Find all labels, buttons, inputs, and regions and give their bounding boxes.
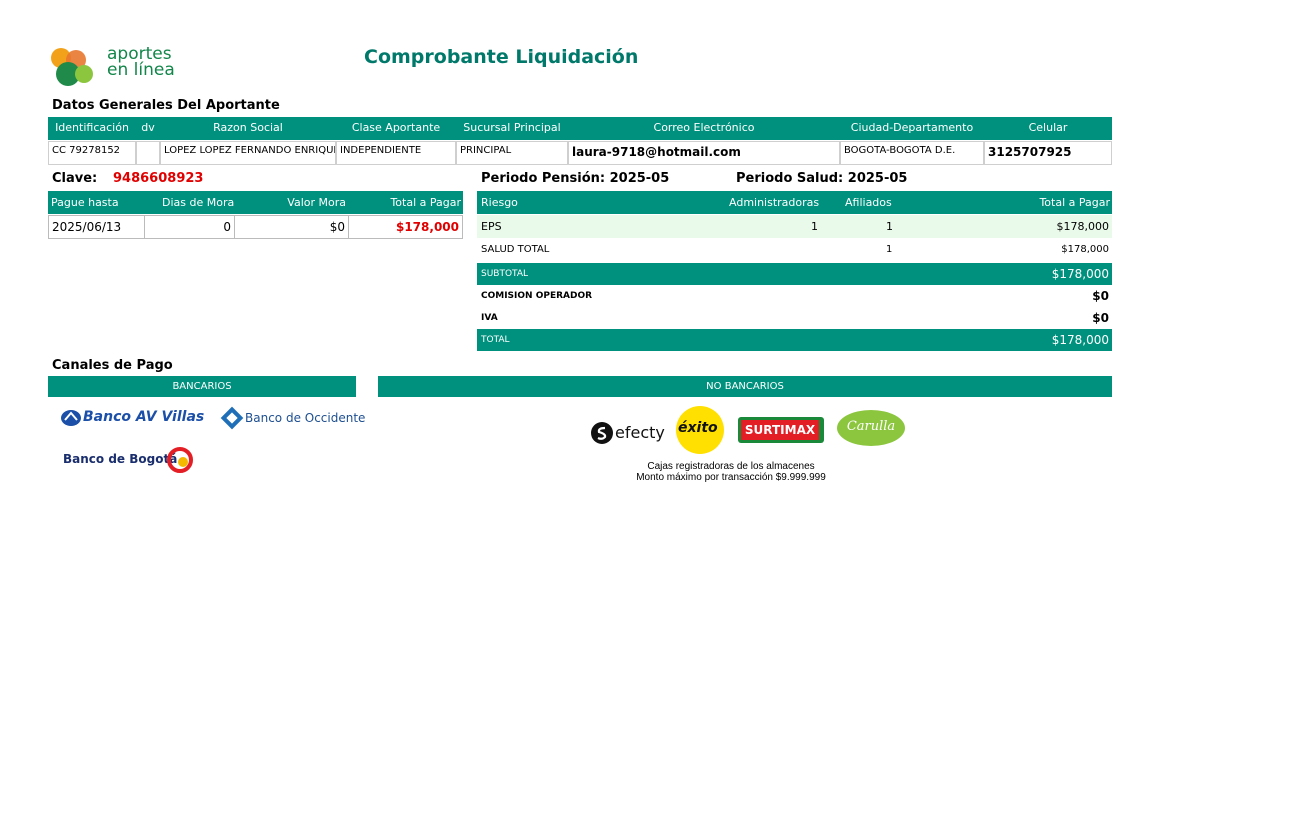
hdr-clase-aportante: Clase Aportante (351, 121, 441, 134)
payment-table: 2025/06/13 0 $0 $178,000 (48, 215, 463, 239)
hdr-valor-mora: Valor Mora (287, 196, 346, 209)
table-row: SALUD TOTAL 1 $178,000 (477, 238, 1112, 261)
canales-note-1: Cajas registradoras de los almacenes (647, 461, 815, 472)
total-row: TOTAL $178,000 (477, 329, 1112, 351)
store-surtimax: SURTIMAX (738, 417, 824, 443)
risk-riesgo: EPS (481, 220, 502, 233)
canales-note-2: Monto máximo por transacción $9.999.999 (636, 472, 826, 483)
hdr-dias-mora: Dias de Mora (162, 196, 235, 209)
clave-label: Clave: (52, 171, 98, 186)
val-dv (136, 141, 160, 165)
val-valor-mora: $0 (234, 215, 349, 239)
logo-line2: en línea (107, 60, 175, 80)
total-value: $178,000 (1051, 333, 1109, 347)
hdr-dv: dv (141, 121, 155, 134)
iva-row: IVA $0 (477, 307, 1112, 329)
subtotal-row: SUBTOTAL $178,000 (477, 263, 1112, 285)
val-razon-social: LOPEZ LOPEZ FERNANDO ENRIQUE (160, 141, 336, 165)
efecty-label: efecty (615, 423, 665, 442)
page-title: Comprobante Liquidación (364, 46, 639, 68)
risk-afiliados: 1 (886, 244, 893, 255)
hdr-ciudad: Ciudad-Departamento (850, 121, 974, 134)
risk-afiliados: 1 (886, 220, 893, 233)
val-ciudad: BOGOTA-BOGOTA D.E. (840, 141, 984, 165)
clave-value: 9486608923 (113, 171, 204, 186)
iva-label: IVA (481, 313, 498, 323)
general-values-row: CC 79278152 LOPEZ LOPEZ FERNANDO ENRIQUE… (48, 141, 1112, 165)
bank-bogota-label: Banco de Bogotá (63, 452, 178, 466)
risk-total: $178,000 (1061, 244, 1109, 255)
hdr-afiliados: Afiliados (845, 196, 892, 209)
val-celular: 3125707925 (984, 141, 1112, 165)
hdr-riesgo: Riesgo (481, 196, 518, 209)
subtotal-value: $178,000 (1051, 267, 1109, 281)
comision-label: COMISION OPERADOR (481, 291, 593, 301)
av-villas-icon (61, 410, 81, 426)
hdr-administradoras: Administradoras (729, 196, 820, 209)
risk-admin: 1 (811, 220, 818, 233)
hdr-pague-hasta: Pague hasta (51, 196, 119, 209)
hdr-sucursal: Sucursal Principal (463, 121, 561, 134)
hdr-total-pagar: Total a Pagar (390, 196, 461, 209)
periodo-salud: Periodo Salud: 2025-05 (736, 171, 908, 186)
hdr-risk-total: Total a Pagar (1039, 196, 1110, 209)
val-identificacion: CC 79278152 (48, 141, 136, 165)
payment-header-row: Pague hasta Dias de Mora Valor Mora Tota… (48, 191, 463, 214)
val-clase-aportante: INDEPENDIENTE (336, 141, 456, 165)
canales-heading: Canales de Pago (52, 358, 173, 373)
val-correo: laura-9718@hotmail.com (568, 141, 840, 165)
risk-total: $178,000 (1056, 220, 1110, 233)
risk-header-row: Riesgo Administradoras Afiliados Total a… (477, 191, 1112, 214)
occidente-icon (220, 406, 244, 430)
table-row: EPS 1 1 $178,000 (477, 215, 1112, 238)
logo: aportes en línea (50, 46, 180, 88)
surtimax-label: SURTIMAX (741, 420, 819, 440)
bancarios-header: BANCARIOS (48, 376, 356, 397)
val-total-pagar: $178,000 (348, 215, 463, 239)
risk-riesgo: SALUD TOTAL (481, 244, 550, 255)
logo-circles-icon (51, 48, 93, 86)
val-dias-mora: 0 (144, 215, 235, 239)
store-carulla: Carulla (837, 410, 905, 446)
total-label: TOTAL (481, 335, 510, 345)
efecty-icon (591, 422, 613, 444)
hdr-identificacion: Identificación (55, 121, 129, 134)
bank-av-villas-label: Banco AV Villas (83, 409, 205, 425)
hdr-correo: Correo Electrónico (653, 121, 755, 134)
periodo-pension: Periodo Pensión: 2025-05 (481, 171, 670, 186)
val-pague-hasta: 2025/06/13 (48, 215, 145, 239)
bogota-icon (167, 447, 193, 473)
val-sucursal: PRINCIPAL (456, 141, 568, 165)
general-heading: Datos Generales Del Aportante (52, 98, 280, 113)
general-header-row: Identificación dv Razon Social Clase Apo… (48, 117, 1112, 140)
no-bancarios-header: NO BANCARIOS (378, 376, 1112, 397)
subtotal-label: SUBTOTAL (481, 269, 529, 279)
table-row: 2025/06/13 0 $0 $178,000 (48, 215, 463, 239)
comision-row: COMISION OPERADOR $0 (477, 285, 1112, 307)
comision-value: $0 (1092, 289, 1109, 303)
exito-label: éxito (678, 420, 718, 436)
hdr-celular: Celular (1028, 121, 1068, 134)
carulla-label: Carulla (846, 419, 896, 434)
iva-value: $0 (1092, 311, 1109, 325)
bank-occidente-label: Banco de Occidente (245, 411, 366, 425)
store-exito: éxito (676, 406, 724, 454)
hdr-razon-social: Razon Social (213, 121, 283, 134)
